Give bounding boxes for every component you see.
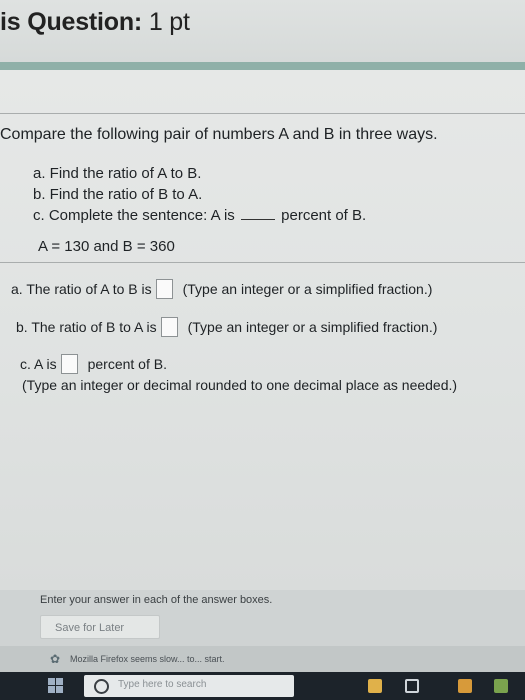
answer-b-label: b. The ratio of B to A is (16, 319, 157, 335)
part-c-suffix: percent of B. (281, 207, 367, 224)
question-title-label: is Question: (0, 8, 143, 36)
question-points: 1 pt (148, 8, 190, 36)
answer-a-label: a. The ratio of A to B is (11, 281, 152, 297)
answer-c-input[interactable] (60, 354, 78, 374)
windows-start-icon[interactable] (48, 678, 64, 694)
notification-bar: ✿ Mozilla Firefox seems slow... to... st… (0, 646, 525, 672)
part-c-prefix: c. Complete the sentence: A is (33, 207, 235, 224)
part-b: b. Find the ratio of B to A. (33, 186, 203, 203)
answer-b-input[interactable] (160, 317, 178, 337)
answer-a-input[interactable] (155, 279, 173, 299)
question-header: is Question: 1 pt (0, 0, 525, 63)
notification-message: Mozilla Firefox seems slow... to... star… (70, 654, 225, 664)
answer-row-c: c. A is percent of B. (20, 354, 167, 374)
search-placeholder: Type here to search (118, 679, 207, 690)
answer-c-hint: (Type an integer or decimal rounded to o… (22, 377, 458, 393)
tray-window-icon[interactable] (405, 679, 419, 693)
answer-a-hint: (Type an integer or a simplified fractio… (182, 281, 433, 297)
firefox-icon: ✿ (50, 652, 61, 666)
answer-c-hint-row: (Type an integer or decimal rounded to o… (22, 377, 457, 393)
save-for-later-button[interactable]: Save for Later (40, 615, 160, 639)
cortana-icon (94, 679, 109, 694)
tray-image-icon[interactable] (494, 679, 508, 693)
part-c: c. Complete the sentence: A is percent o… (33, 205, 366, 226)
taskbar: Type here to search (0, 672, 525, 700)
given-values: A = 130 and B = 360 (38, 238, 175, 255)
question-title: is Question: 1 pt (0, 8, 190, 37)
question-prompt: Compare the following pair of numbers A … (0, 126, 438, 143)
answer-row-a: a. The ratio of A to B is (Type an integ… (11, 279, 432, 299)
answer-c-label: c. A is (20, 356, 57, 372)
divider (0, 262, 525, 263)
blank-line (240, 207, 275, 220)
answer-row-b: b. The ratio of B to A is (Type an integ… (16, 317, 437, 337)
tray-folder-icon[interactable] (458, 679, 472, 693)
answer-instruction: Enter your answer in each of the answer … (40, 594, 273, 606)
part-a: a. Find the ratio of A to B. (33, 165, 202, 182)
tray-app-icon[interactable] (368, 679, 382, 693)
accent-strip (0, 62, 525, 70)
answer-b-hint: (Type an integer or a simplified fractio… (187, 319, 438, 335)
taskbar-search-input[interactable]: Type here to search (84, 675, 294, 697)
answer-c-suffix: percent of B. (87, 356, 167, 372)
question-parts: a. Find the ratio of A to B. b. Find the… (33, 163, 366, 226)
divider (0, 113, 525, 114)
